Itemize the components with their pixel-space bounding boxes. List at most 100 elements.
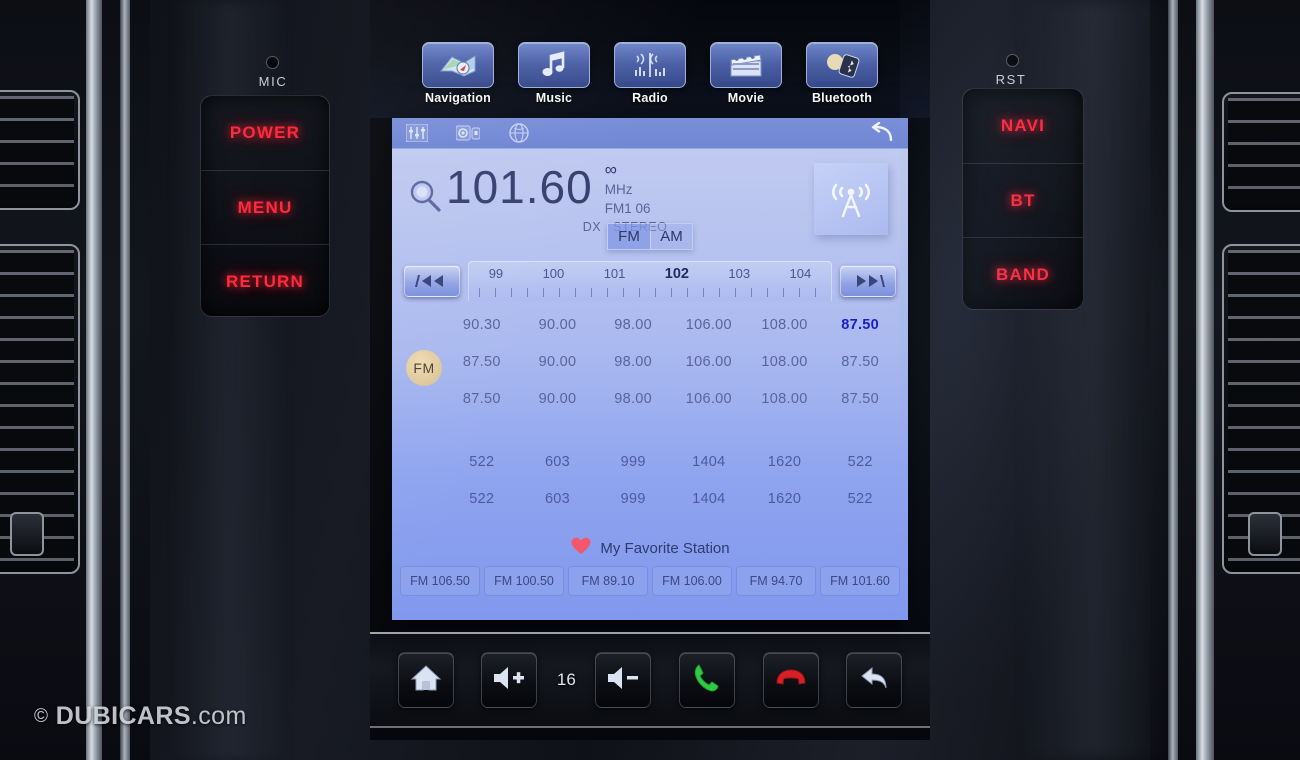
app-label-music: Music [535,91,573,105]
volume-down-button[interactable] [595,652,652,708]
am-preset-1-2[interactable]: 999 [595,480,671,517]
volume-up-icon [492,665,526,696]
home-button[interactable] [397,652,454,708]
am-preset-0-1[interactable]: 603 [520,443,596,480]
fm-preset-0-5[interactable]: 87.50 [822,306,898,343]
right-hardware-button-cluster: NAVI BT BAND [962,88,1084,310]
fm-preset-1-5[interactable]: 87.50 [822,343,898,380]
return-button[interactable]: RETURN [201,244,329,318]
am-preset-1-5[interactable]: 522 [822,480,898,517]
back-arrow-icon[interactable] [870,121,896,144]
favorites-row: FM 106.50 FM 100.50 FM 89.10 FM 106.00 F… [392,566,908,596]
am-preset-section: 522 603 999 1404 1620 522 522 603 999 14… [392,443,908,517]
favorite-station-1[interactable]: FM 100.50 [484,566,564,596]
frequency-unit: MHz [604,182,633,197]
band-button[interactable]: BAND [963,237,1083,311]
favorite-station-4[interactable]: FM 94.70 [736,566,816,596]
fm-preset-2-3[interactable]: 106.00 [671,380,747,417]
app-tile-movie[interactable]: Movie [704,42,788,105]
music-note-icon [518,42,590,88]
am-preset-0-4[interactable]: 1620 [747,443,823,480]
camera-icon[interactable] [455,123,480,143]
power-button[interactable]: POWER [201,96,329,170]
band-option-fm[interactable]: FM [608,224,650,249]
volume-up-button[interactable] [481,652,538,708]
volume-down-icon [606,665,640,696]
fm-preset-2-2[interactable]: 98.00 [595,380,671,417]
seek-backward-icon[interactable] [404,265,460,297]
am-preset-0-3[interactable]: 1404 [671,443,747,480]
fm-preset-2-4[interactable]: 108.00 [747,380,823,417]
fm-band-badge: FM [406,350,442,386]
fm-preset-section: FM 90.30 90.00 98.00 106.00 108.00 87.50… [392,306,908,417]
favorites-title: My Favorite Station [600,539,730,557]
am-preset-0-2[interactable]: 999 [595,443,671,480]
fm-preset-0-4[interactable]: 108.00 [747,306,823,343]
air-vent-left-bottom [0,244,80,574]
favorite-station-5[interactable]: FM 101.60 [820,566,900,596]
watermark-tld: .com [190,702,247,730]
am-preset-1-4[interactable]: 1620 [747,480,823,517]
fm-preset-1-0[interactable]: 87.50 [444,343,520,380]
scale-tick-0: 99 [488,266,504,281]
fm-preset-1-4[interactable]: 108.00 [747,343,823,380]
fm-preset-1-3[interactable]: 106.00 [671,343,747,380]
am-preset-0-5[interactable]: 522 [822,443,898,480]
app-label-radio: Radio [632,91,668,105]
app-label-movie: Movie [727,91,765,105]
favorite-station-3[interactable]: FM 106.00 [652,566,732,596]
favorites-header: My Favorite Station [392,536,908,560]
app-tile-radio[interactable]: Radio [608,42,692,105]
navi-button[interactable]: NAVI [963,89,1083,163]
call-end-button[interactable] [762,652,819,708]
am-preset-grid: 522 603 999 1404 1620 522 522 603 999 14… [392,443,908,517]
radio-topbar [392,118,908,149]
back-button[interactable] [846,652,903,708]
am-preset-1-1[interactable]: 603 [520,480,596,517]
call-answer-button[interactable] [679,652,736,708]
app-label-navigation: Navigation [425,91,491,105]
chrome-trim-left-inner [120,0,130,760]
app-tile-navigation[interactable]: Navigation [416,42,500,105]
scale-tick-marks [479,288,821,297]
app-tile-music[interactable]: Music [512,42,596,105]
am-preset-1-0[interactable]: 522 [444,480,520,517]
bottom-control-bar: 16 [370,632,930,728]
scale-tick-2: 101 [603,266,626,281]
equalizer-icon[interactable] [404,123,429,143]
fm-preset-2-0[interactable]: 87.50 [444,380,520,417]
bt-button[interactable]: BT [963,163,1083,237]
watermark: © DUBICARS.com [34,702,247,731]
fm-preset-1-2[interactable]: 98.00 [595,343,671,380]
app-tile-bluetooth[interactable]: Bluetooth [800,42,884,105]
watermark-copyright: © [34,706,49,727]
frequency-scale[interactable]: 99 100 101 102 103 104 [468,261,832,301]
favorite-station-0[interactable]: FM 106.50 [400,566,480,596]
watermark-brand: DUBICARS [55,702,191,730]
fm-preset-2-5[interactable]: 87.50 [822,380,898,417]
menu-button[interactable]: MENU [201,170,329,244]
mic-label: MIC [258,74,288,89]
air-vent-right-bottom [1222,244,1300,574]
reset-hole[interactable] [1006,54,1019,67]
globe-icon[interactable] [506,123,531,143]
scale-tick-1: 100 [542,266,565,281]
band-option-am[interactable]: AM [650,224,692,249]
fm-preset-0-0[interactable]: 90.30 [444,306,520,343]
heart-icon [570,536,592,560]
band-toggle: FM AM [607,223,693,250]
seek-forward-icon[interactable] [840,265,896,297]
fm-preset-2-1[interactable]: 90.00 [520,380,596,417]
map-icon [422,42,494,88]
fm-preset-0-3[interactable]: 106.00 [671,306,747,343]
am-preset-1-3[interactable]: 1404 [671,480,747,517]
fm-preset-1-1[interactable]: 90.00 [520,343,596,380]
radio-application: 101.60 ∞ MHz FM1 06 DX STEREO [392,118,908,620]
magnifier-icon[interactable] [406,177,444,215]
car-infotainment-screenshot: MIC POWER MENU RETURN RST NAVI BT BAND N… [0,0,1300,760]
fm-preset-0-2[interactable]: 98.00 [595,306,671,343]
favorite-station-2[interactable]: FM 89.10 [568,566,648,596]
fm-preset-0-1[interactable]: 90.00 [520,306,596,343]
am-preset-0-0[interactable]: 522 [444,443,520,480]
signal-infinity-indicator: ∞ [604,160,617,179]
